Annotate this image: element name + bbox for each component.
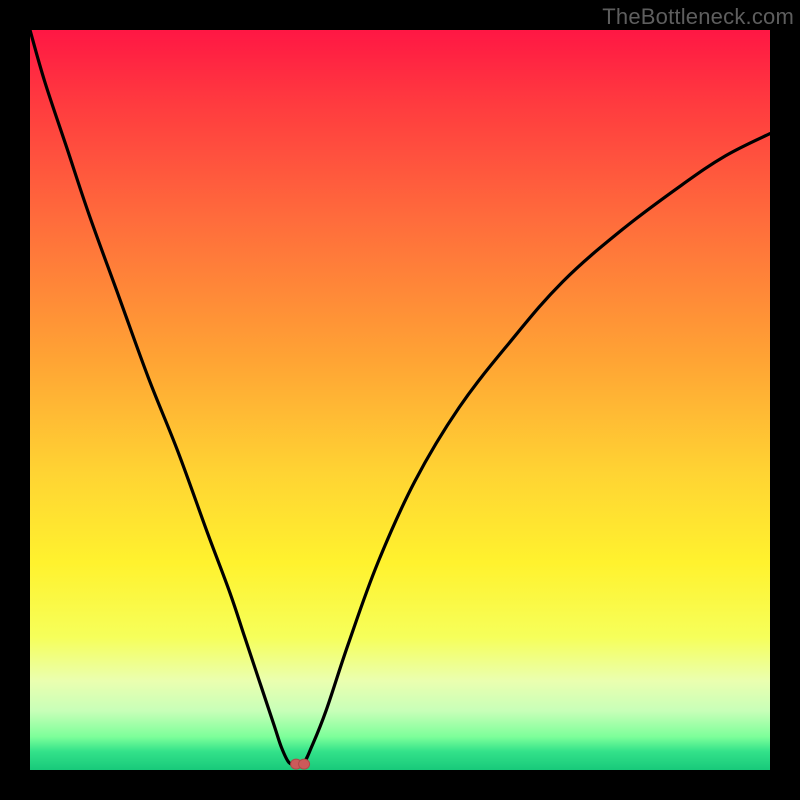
curve-layer	[30, 30, 770, 770]
watermark-text: TheBottleneck.com	[602, 4, 794, 30]
chart-frame: TheBottleneck.com	[0, 0, 800, 800]
bottleneck-curve	[30, 30, 770, 764]
minimum-marker-dot-2	[299, 759, 310, 769]
plot-area	[30, 30, 770, 770]
minimum-marker	[291, 759, 310, 769]
